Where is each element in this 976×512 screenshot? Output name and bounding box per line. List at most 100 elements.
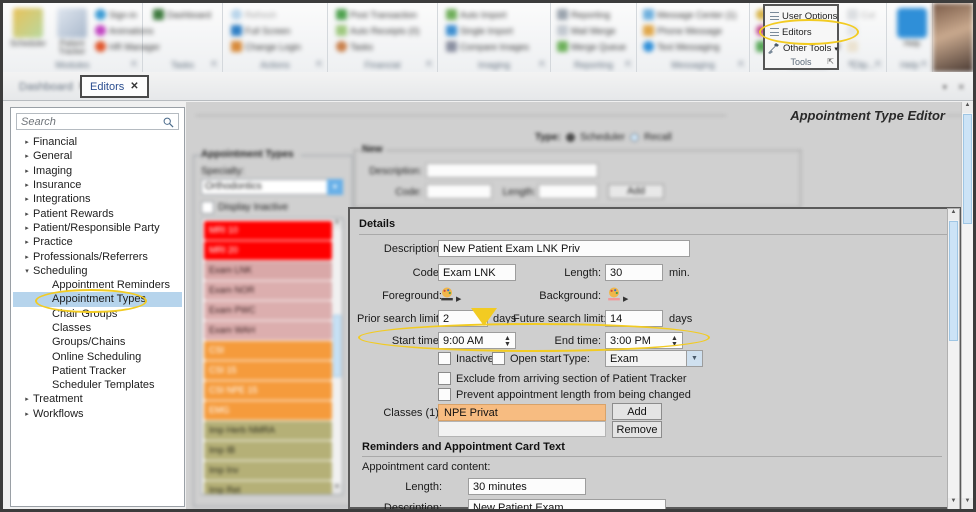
ribbon-item-text-messaging[interactable]: Text Messaging: [643, 41, 720, 52]
prevent-length-change-checkbox[interactable]: Prevent appointment length from being ch…: [438, 388, 691, 401]
ribbon-item-merge-queue[interactable]: Merge Queue: [557, 41, 626, 52]
appointment-type-kind-radio-group[interactable]: Type: Scheduler Recall: [535, 132, 672, 143]
sidebar-item-imaging[interactable]: ▸Imaging: [13, 164, 182, 178]
scroll-thumb[interactable]: [333, 315, 341, 377]
scroll-up-icon[interactable]: ▲: [332, 219, 342, 229]
sidebar-item-groups-chains[interactable]: Groups/Chains: [13, 335, 182, 349]
appointment-type-row[interactable]: CSI: [204, 341, 332, 360]
ribbon-item-sign-in[interactable]: Sign-in: [95, 9, 137, 20]
sidebar-item-patient-rewards[interactable]: ▸Patient Rewards: [13, 206, 182, 220]
specialty-select[interactable]: Orthodontics ▼: [201, 179, 343, 195]
sidebar-item-appointment-types[interactable]: Appointment Types: [13, 292, 182, 306]
ribbon-group-clipboard-expander[interactable]: ⇱: [875, 60, 882, 69]
ribbon-button-patient-tracker[interactable]: Patient Tracker: [49, 6, 95, 66]
sidebar-item-practice[interactable]: ▸Practice: [13, 235, 182, 249]
sidebar-item-appointment-reminders[interactable]: Appointment Reminders: [13, 278, 182, 292]
chevron-right-icon[interactable]: ▸: [21, 210, 33, 218]
description-input[interactable]: New Patient Exam LNK Priv: [438, 240, 690, 257]
ribbon-item-cut[interactable]: Cut: [847, 9, 875, 20]
foreground-dropdown-caret[interactable]: ▶: [456, 295, 461, 303]
ribbon-item-single-import[interactable]: Single Import: [446, 25, 513, 36]
ribbon-item-refresh[interactable]: Refresh: [231, 9, 277, 20]
user-avatar[interactable]: [933, 3, 973, 72]
sidebar-item-chair-groups[interactable]: Chair Groups: [13, 307, 182, 321]
scroll-up-icon[interactable]: ▲: [948, 209, 959, 220]
sidebar-item-professionals-referrers[interactable]: ▸Professionals/Referrers: [13, 249, 182, 263]
ribbon-item-tasks[interactable]: Tasks: [336, 41, 373, 52]
ribbon-item-message-center[interactable]: Message Center (1): [643, 9, 737, 20]
sidebar-item-online-scheduling[interactable]: Online Scheduling: [13, 349, 182, 363]
new-description-input[interactable]: [426, 163, 598, 178]
scroll-down-icon[interactable]: ▼: [332, 484, 342, 494]
palette-icon[interactable]: [607, 287, 621, 301]
chevron-right-icon[interactable]: ▸: [21, 238, 33, 246]
end-time-input[interactable]: 3:00 PM ▲▼: [605, 332, 683, 349]
ribbon-group-actions-expander[interactable]: ⇱: [316, 60, 323, 69]
chevron-right-icon[interactable]: ▸: [21, 181, 33, 189]
open-start-checkbox[interactable]: Open start: [492, 352, 561, 365]
ribbon-item-full-screen[interactable]: Full Screen: [231, 25, 291, 36]
appointment-type-row[interactable]: Imp IB: [204, 441, 332, 460]
inactive-checkbox[interactable]: Inactive: [438, 352, 494, 365]
ribbon-item-dashboard[interactable]: Dashboard: [153, 9, 211, 20]
appointment-types-scrollbar[interactable]: ▲ ▼: [332, 219, 342, 494]
ribbon-group-financial-expander[interactable]: ⇱: [426, 60, 433, 69]
palette-icon[interactable]: [440, 287, 454, 301]
ribbon-group-imaging-expander[interactable]: ⇱: [539, 60, 546, 69]
scroll-thumb[interactable]: [963, 114, 972, 224]
background-dropdown-caret[interactable]: ▶: [623, 295, 628, 303]
appointment-type-row[interactable]: Imp Herb NMRA: [204, 421, 332, 440]
close-icon[interactable]: ✕: [130, 81, 138, 92]
start-time-input[interactable]: 9:00 AM ▲▼: [438, 332, 516, 349]
appointment-type-row[interactable]: CSI NPE 15: [204, 381, 332, 400]
length-input[interactable]: 30: [605, 264, 663, 281]
appointment-type-row[interactable]: Exam PWC: [204, 301, 332, 320]
ribbon-item-editors[interactable]: Editors: [770, 27, 812, 38]
scroll-thumb[interactable]: [949, 221, 958, 341]
appointment-type-row[interactable]: Imp Ret: [204, 481, 332, 495]
appointment-type-select[interactable]: Exam ▼: [605, 350, 703, 367]
magnifier-icon[interactable]: [163, 117, 174, 128]
sidebar-item-general[interactable]: ▸General: [13, 149, 182, 163]
classes-add-button[interactable]: Add: [612, 403, 662, 420]
card-length-input[interactable]: 30 minutes: [468, 478, 586, 495]
new-add-button[interactable]: Add: [608, 184, 664, 199]
main-scrollbar[interactable]: ▲ ▼: [961, 102, 973, 509]
chevron-right-icon[interactable]: ▸: [21, 253, 33, 261]
appointment-type-row[interactable]: MRI 20: [204, 241, 332, 260]
appointment-type-row[interactable]: Exam LNK: [204, 261, 332, 280]
chevron-right-icon[interactable]: ▸: [21, 152, 33, 160]
search-input[interactable]: Search: [16, 113, 179, 130]
radio-recall[interactable]: [630, 133, 639, 142]
classes-list-empty-row[interactable]: [438, 421, 606, 437]
appointment-types-list[interactable]: MRI 10MRI 20Exam LNKExam NORExam PWCExam…: [201, 218, 343, 495]
ribbon-item-paste[interactable]: [847, 41, 858, 52]
ribbon-group-messaging-expander[interactable]: ⇱: [738, 60, 745, 69]
future-search-limit-input[interactable]: 14: [605, 310, 663, 327]
ribbon-item-auto-import[interactable]: Auto Import: [446, 9, 507, 20]
start-time-spinner[interactable]: ▲▼: [503, 335, 512, 348]
chevron-right-icon[interactable]: ▸: [21, 395, 33, 403]
ribbon-group-tools-expander[interactable]: ⇱: [827, 57, 834, 66]
ribbon-item-compare-images[interactable]: Compare Images: [446, 41, 529, 52]
classes-list-item[interactable]: NPE Privat: [438, 404, 606, 421]
editors-tree[interactable]: ▸Financial▸General▸Imaging▸Insurance▸Int…: [13, 135, 182, 421]
appointment-type-row[interactable]: Imp Inv: [204, 461, 332, 480]
ribbon-item-copy[interactable]: [847, 25, 858, 36]
appointment-type-row[interactable]: MRI 10: [204, 221, 332, 240]
radio-scheduler[interactable]: [566, 133, 575, 142]
chevron-right-icon[interactable]: ▸: [21, 224, 33, 232]
ribbon-group-modules-expander[interactable]: ⇱: [131, 60, 138, 69]
chevron-down-icon[interactable]: ▼: [686, 350, 703, 367]
sidebar-item-scheduler-templates[interactable]: Scheduler Templates: [13, 378, 182, 392]
sidebar-item-scheduling[interactable]: ▾Scheduling: [13, 264, 182, 278]
card-description-input[interactable]: New Patient Exam: [468, 499, 666, 512]
ribbon-item-mail-merge[interactable]: Mail Merge: [557, 25, 616, 36]
sidebar-item-financial[interactable]: ▸Financial: [13, 135, 182, 149]
classes-remove-button[interactable]: Remove: [612, 421, 662, 438]
sidebar-item-integrations[interactable]: ▸Integrations: [13, 192, 182, 206]
ribbon-item-other-tools[interactable]: Other Tools ▾: [768, 43, 838, 54]
details-scrollbar[interactable]: ▲ ▼: [947, 208, 960, 510]
ribbon-item-user-options[interactable]: User Options: [770, 11, 837, 22]
appointment-type-row[interactable]: CSI 15: [204, 361, 332, 380]
